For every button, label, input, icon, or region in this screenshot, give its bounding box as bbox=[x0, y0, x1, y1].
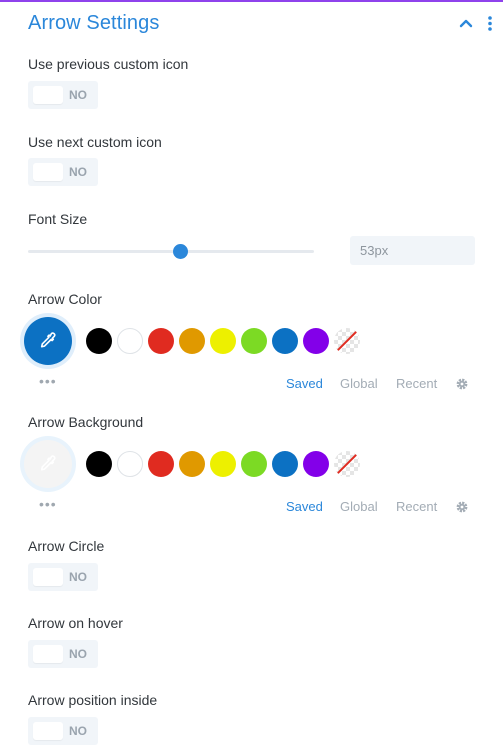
more-colors-button[interactable]: ••• bbox=[39, 374, 57, 388]
swatch-green[interactable] bbox=[241, 328, 267, 354]
swatch-blue[interactable] bbox=[272, 328, 298, 354]
section-title: Arrow Settings bbox=[28, 12, 160, 34]
swatch-red[interactable] bbox=[148, 451, 174, 477]
swatch-white[interactable] bbox=[117, 451, 143, 477]
tab-global[interactable]: Global bbox=[340, 499, 378, 514]
toggle-state: NO bbox=[69, 88, 87, 102]
swatch-yellow[interactable] bbox=[210, 451, 236, 477]
swatch-black[interactable] bbox=[86, 451, 112, 477]
font-size-input[interactable] bbox=[350, 236, 475, 265]
swatch-green[interactable] bbox=[241, 451, 267, 477]
more-colors-button[interactable]: ••• bbox=[39, 497, 57, 511]
swatch-none[interactable] bbox=[334, 451, 360, 477]
toggle-knob bbox=[33, 163, 63, 181]
section-header[interactable]: Arrow Settings bbox=[0, 2, 503, 42]
tab-saved[interactable]: Saved bbox=[286, 376, 323, 391]
swatch-orange[interactable] bbox=[179, 451, 205, 477]
tab-recent[interactable]: Recent bbox=[396, 499, 437, 514]
toggle-state: NO bbox=[69, 165, 87, 179]
swatch-red[interactable] bbox=[148, 328, 174, 354]
gear-icon[interactable] bbox=[455, 377, 469, 391]
arrow-inside-toggle[interactable]: NO bbox=[28, 717, 98, 745]
toggle-knob bbox=[33, 568, 63, 586]
eyedropper-icon bbox=[40, 455, 56, 471]
arrow-color-label: Arrow Color bbox=[28, 291, 102, 307]
swatch-black[interactable] bbox=[86, 328, 112, 354]
arrow-hover-toggle[interactable]: NO bbox=[28, 640, 98, 668]
tab-global[interactable]: Global bbox=[340, 376, 378, 391]
use-previous-icon-label: Use previous custom icon bbox=[28, 56, 189, 72]
swatch-purple[interactable] bbox=[303, 451, 329, 477]
more-vertical-icon[interactable] bbox=[484, 14, 496, 32]
swatch-blue[interactable] bbox=[272, 451, 298, 477]
arrow-background-picker[interactable] bbox=[24, 440, 72, 488]
toggle-knob bbox=[33, 722, 63, 740]
toggle-state: NO bbox=[69, 647, 87, 661]
toggle-state: NO bbox=[69, 570, 87, 584]
arrow-circle-toggle[interactable]: NO bbox=[28, 563, 98, 591]
font-size-label: Font Size bbox=[28, 211, 88, 227]
chevron-up-icon[interactable] bbox=[457, 14, 475, 32]
toggle-knob bbox=[33, 86, 63, 104]
font-size-slider-track[interactable] bbox=[28, 250, 314, 253]
font-size-slider-thumb[interactable] bbox=[172, 244, 188, 259]
arrow-hover-label: Arrow on hover bbox=[28, 615, 123, 631]
use-previous-icon-toggle[interactable]: NO bbox=[28, 81, 98, 109]
gear-icon[interactable] bbox=[455, 500, 469, 514]
arrow-inside-label: Arrow position inside bbox=[28, 692, 158, 708]
eyedropper-icon bbox=[40, 332, 56, 348]
toggle-state: NO bbox=[69, 724, 87, 738]
arrow-color-picker[interactable] bbox=[24, 317, 72, 365]
arrow-circle-label: Arrow Circle bbox=[28, 538, 105, 554]
swatch-none[interactable] bbox=[334, 328, 360, 354]
swatch-orange[interactable] bbox=[179, 328, 205, 354]
use-next-icon-label: Use next custom icon bbox=[28, 134, 162, 150]
use-next-icon-toggle[interactable]: NO bbox=[28, 158, 98, 186]
tab-saved[interactable]: Saved bbox=[286, 499, 323, 514]
arrow-background-label: Arrow Background bbox=[28, 414, 144, 430]
swatch-yellow[interactable] bbox=[210, 328, 236, 354]
toggle-knob bbox=[33, 645, 63, 663]
swatch-purple[interactable] bbox=[303, 328, 329, 354]
tab-recent[interactable]: Recent bbox=[396, 376, 437, 391]
swatch-white[interactable] bbox=[117, 328, 143, 354]
